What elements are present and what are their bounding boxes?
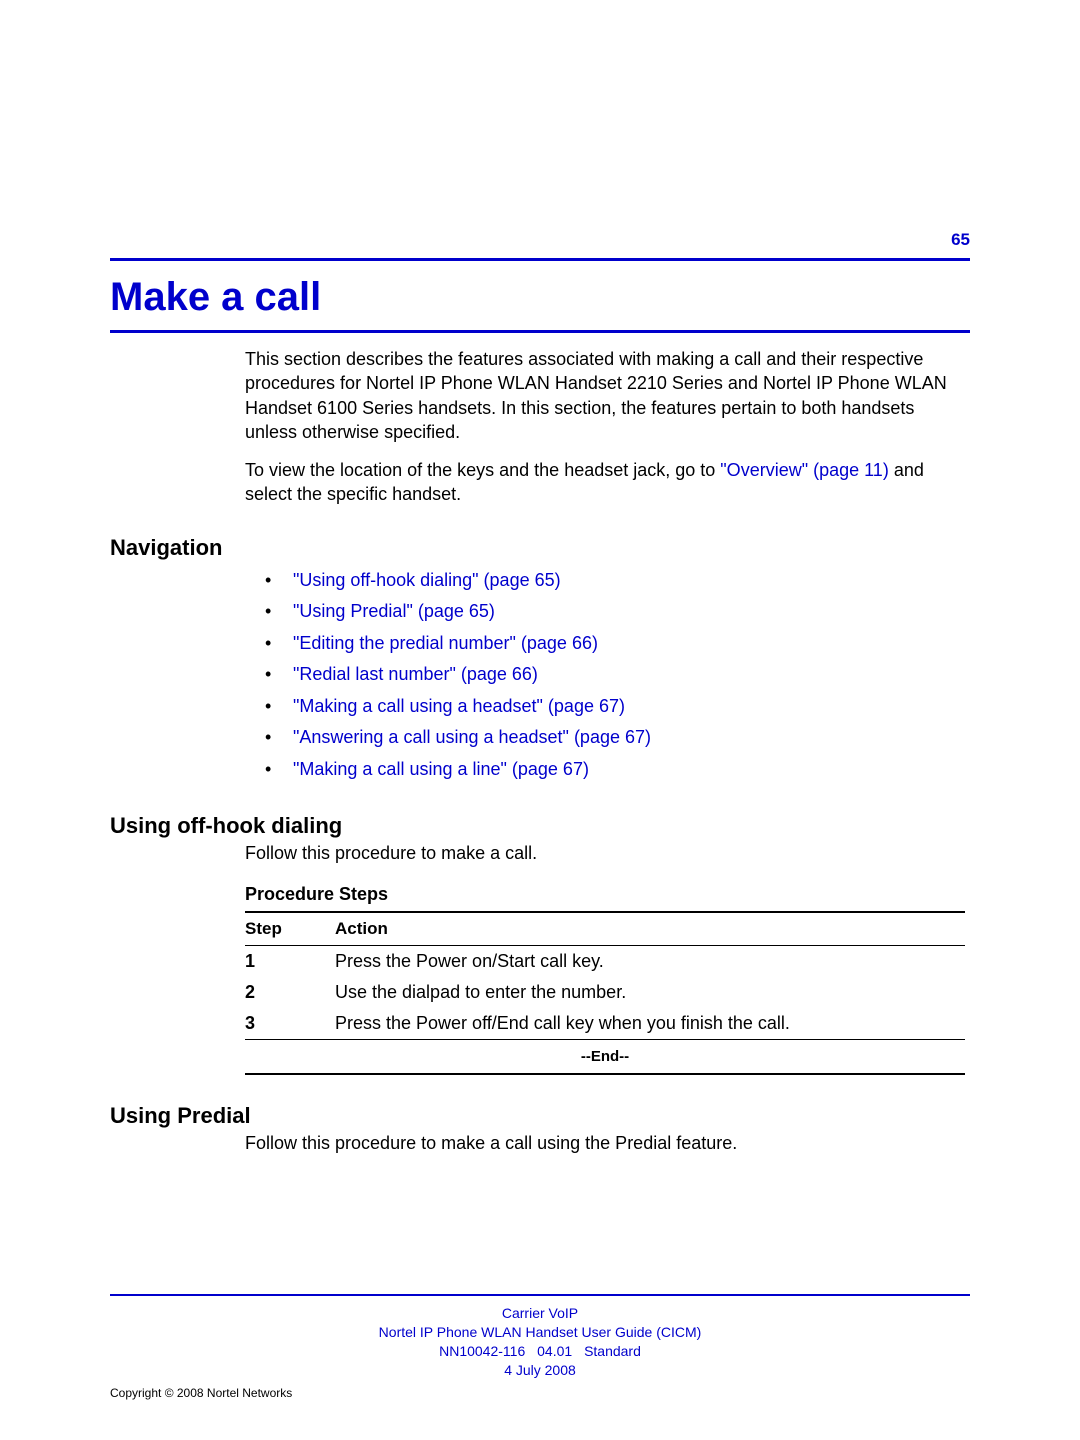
title-rule-bottom [110,330,970,333]
footer-doc-num: NN10042-116 [439,1342,525,1361]
nav-link-headset-call[interactable]: "Making a call using a headset" (page 67… [265,691,970,723]
navigation-heading: Navigation [110,535,970,561]
procedure-table: Step Action 1 Press the Power on/Start c… [245,911,965,1075]
step-action: Press the Power on/Start call key. [335,951,965,972]
footer-rule [110,1294,970,1296]
procedure-steps-label: Procedure Steps [245,884,970,905]
table-end-marker: --End-- [245,1040,965,1073]
step-action: Press the Power off/End call key when yo… [335,1013,965,1034]
navigation-list: "Using off-hook dialing" (page 65) "Usin… [265,565,970,786]
footer-doc-rev: 04.01 [537,1342,572,1361]
table-row: 2 Use the dialpad to enter the number. [245,977,965,1008]
page-footer: Carrier VoIP Nortel IP Phone WLAN Handse… [110,1294,970,1400]
table-header-step: Step [245,919,335,939]
footer-copyright: Copyright © 2008 Nortel Networks [110,1386,970,1400]
nav-link-line[interactable]: "Making a call using a line" (page 67) [265,754,970,786]
table-header-row: Step Action [245,913,965,945]
section-offhook-heading: Using off-hook dialing [110,813,970,839]
nav-link-headset-answer[interactable]: "Answering a call using a headset" (page… [265,722,970,754]
footer-doc-status: Standard [584,1342,641,1361]
title-rule-top [110,258,970,261]
section-predial-intro: Follow this procedure to make a call usi… [245,1131,965,1155]
step-number: 3 [245,1013,335,1034]
table-rule [245,1073,965,1075]
footer-line3: NN10042-116 04.01 Standard [110,1342,970,1361]
step-action: Use the dialpad to enter the number. [335,982,965,1003]
step-number: 2 [245,982,335,1003]
table-row: 3 Press the Power off/End call key when … [245,1008,965,1039]
table-row: 1 Press the Power on/Start call key. [245,946,965,977]
nav-link-predial[interactable]: "Using Predial" (page 65) [265,596,970,628]
footer-line1: Carrier VoIP [110,1304,970,1323]
table-header-action: Action [335,919,965,939]
chapter-title: Make a call [110,275,970,320]
intro-text-pre: To view the location of the keys and the… [245,460,720,480]
overview-link[interactable]: "Overview" (page 11) [720,460,889,480]
intro-paragraph-1: This section describes the features asso… [245,347,965,444]
nav-link-edit-predial[interactable]: "Editing the predial number" (page 66) [265,628,970,660]
nav-link-off-hook[interactable]: "Using off-hook dialing" (page 65) [265,565,970,597]
section-predial-heading: Using Predial [110,1103,970,1129]
footer-line2: Nortel IP Phone WLAN Handset User Guide … [110,1323,970,1342]
footer-date: 4 July 2008 [110,1361,970,1380]
page-number: 65 [110,230,970,250]
step-number: 1 [245,951,335,972]
intro-paragraph-2: To view the location of the keys and the… [245,458,965,507]
section-offhook-intro: Follow this procedure to make a call. [245,841,965,865]
nav-link-redial[interactable]: "Redial last number" (page 66) [265,659,970,691]
